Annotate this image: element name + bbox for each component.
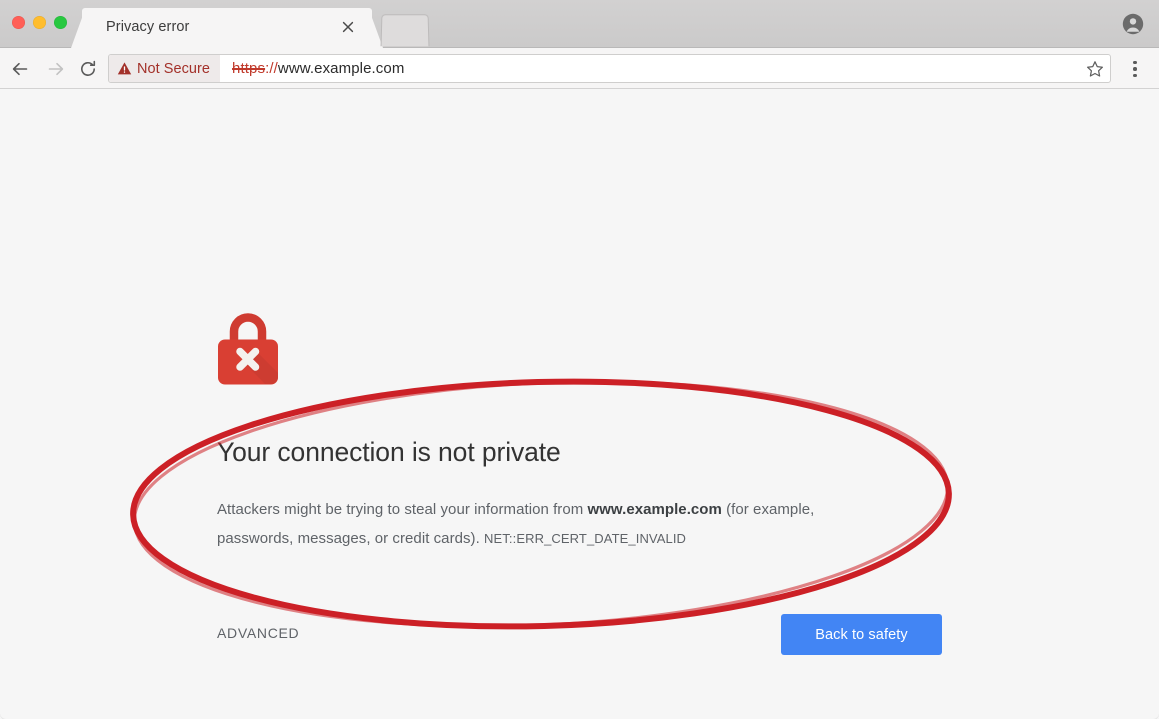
- tab-strip: Privacy error: [0, 0, 1159, 48]
- browser-toolbar: Not Secure https://www.example.com: [0, 48, 1159, 89]
- url-separator: ://: [265, 60, 278, 77]
- new-tab-shape: [380, 14, 430, 47]
- browser-window: Privacy error Not Secure https://www.exa…: [0, 0, 1159, 720]
- page-content: Your connection is not private Attackers…: [0, 89, 1159, 719]
- back-arrow-icon[interactable]: [7, 56, 33, 82]
- url-host: www.example.com: [277, 60, 405, 77]
- red-ellipse-annotation: [0, 89, 1159, 719]
- window-traffic-lights: [12, 16, 67, 29]
- menu-dot: [1133, 73, 1137, 78]
- error-description: Attackers might be trying to steal your …: [217, 495, 917, 553]
- error-description-prefix: Attackers might be trying to steal your …: [217, 501, 588, 518]
- window-minimize-button[interactable]: [33, 16, 46, 29]
- warning-triangle-icon: [117, 61, 132, 76]
- window-bottom-edge: [0, 713, 1159, 719]
- bookmark-star-icon[interactable]: [1080, 55, 1110, 82]
- close-icon[interactable]: [340, 19, 356, 35]
- url-text[interactable]: https://www.example.com: [220, 60, 1080, 77]
- new-tab-button[interactable]: [380, 14, 430, 47]
- security-status-badge[interactable]: Not Secure: [109, 55, 221, 82]
- forward-arrow-icon: [43, 56, 69, 82]
- account-avatar-icon[interactable]: [1122, 13, 1144, 35]
- red-padlock-error-icon: [217, 311, 279, 386]
- window-maximize-button[interactable]: [54, 16, 67, 29]
- address-bar[interactable]: Not Secure https://www.example.com: [108, 54, 1111, 83]
- menu-dot: [1133, 60, 1137, 65]
- window-close-button[interactable]: [12, 16, 25, 29]
- reload-icon[interactable]: [75, 56, 101, 82]
- browser-tab[interactable]: Privacy error: [82, 8, 372, 48]
- url-scheme: https: [232, 60, 266, 77]
- error-domain: www.example.com: [587, 501, 722, 518]
- advanced-button[interactable]: ADVANCED: [217, 625, 299, 641]
- menu-dot: [1133, 67, 1137, 71]
- tab-title: Privacy error: [106, 19, 190, 35]
- error-description-line2: passwords, messages, or credit cards).: [217, 530, 485, 547]
- three-dot-menu-icon[interactable]: [1123, 56, 1147, 82]
- security-status-label: Not Secure: [137, 60, 211, 77]
- page-title: Your connection is not private: [217, 437, 561, 467]
- error-description-suffix: (for example,: [721, 501, 815, 518]
- back-to-safety-button[interactable]: Back to safety: [781, 614, 942, 655]
- error-code: NET::ERR_CERT_DATE_INVALID: [484, 531, 687, 546]
